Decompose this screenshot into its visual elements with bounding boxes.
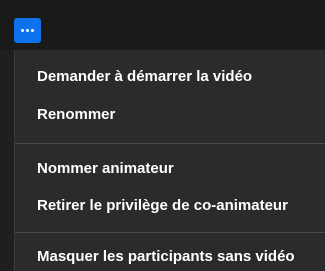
- ellipsis-icon: [21, 29, 34, 32]
- menu-separator: [15, 143, 325, 144]
- menu-item-ask-start-video[interactable]: Demander à démarrer la vidéo: [37, 67, 252, 87]
- menu-item-make-host[interactable]: Nommer animateur: [37, 159, 174, 179]
- toolbar-strip: [0, 0, 325, 50]
- menu-item-remove-cohost[interactable]: Retirer le privilège de co-animateur: [37, 196, 288, 216]
- menu-separator: [15, 232, 325, 233]
- participant-context-menu: Demander à démarrer la vidéo Renommer No…: [14, 50, 325, 271]
- more-options-button[interactable]: [14, 18, 41, 43]
- menu-item-rename[interactable]: Renommer: [37, 105, 115, 125]
- menu-item-hide-non-video[interactable]: Masquer les participants sans vidéo: [37, 247, 295, 267]
